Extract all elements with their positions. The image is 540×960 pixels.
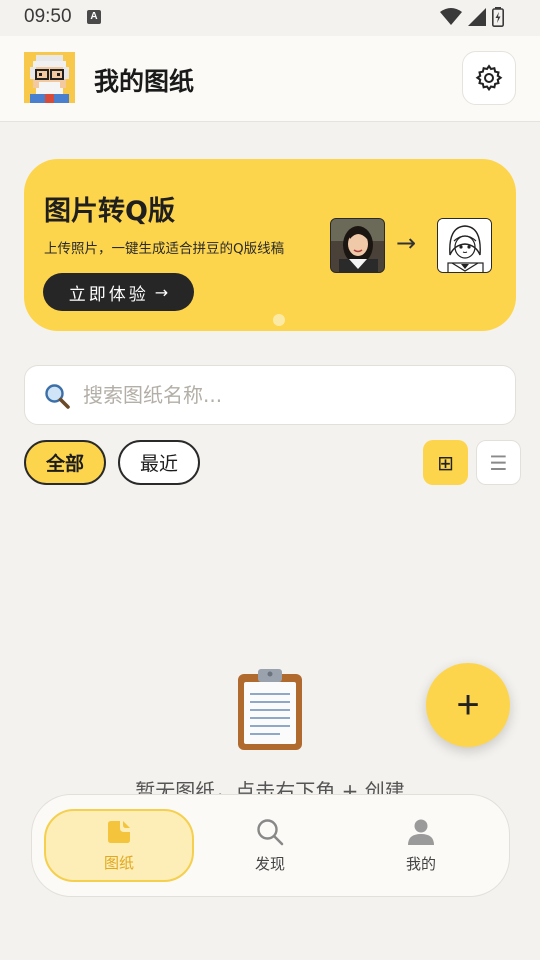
clipboard-icon xyxy=(234,668,306,752)
search-bar[interactable] xyxy=(24,365,516,425)
battery-icon xyxy=(492,7,504,27)
promo-banner[interactable]: 图片转Q版 上传照片，一键生成适合拼豆的Q版线稿 立即体验 → → xyxy=(24,159,516,331)
search-icon xyxy=(45,384,70,409)
nav-label-mine: 我的 xyxy=(405,855,436,873)
list-icon: ☰ xyxy=(489,450,508,475)
try-now-label: 立即体验 xyxy=(68,284,149,305)
nav-label-discover: 发现 xyxy=(254,855,285,873)
nav-item-mine[interactable]: 我的 xyxy=(346,809,496,882)
nav-item-discover[interactable]: 发现 xyxy=(195,809,345,882)
app-screen: 09:50 A 我的图纸 图片转Q版 上传照片，一键生成适合拼豆的Q版线稿 立即… xyxy=(0,0,540,960)
page-title: 我的图纸 xyxy=(94,67,195,96)
banner-title: 图片转Q版 xyxy=(44,196,175,227)
try-now-button[interactable]: 立即体验 → xyxy=(43,273,194,311)
status-icons xyxy=(440,7,504,27)
gear-icon xyxy=(475,64,503,92)
settings-button[interactable] xyxy=(462,51,516,105)
signal-icon xyxy=(468,8,486,26)
status-time: 09:50 xyxy=(24,6,72,27)
status-a-icon: A xyxy=(87,10,101,24)
pixel-avatar-icon[interactable] xyxy=(24,52,75,103)
status-bar: 09:50 A xyxy=(0,0,540,36)
search-input[interactable] xyxy=(83,366,493,424)
carousel-indicator[interactable] xyxy=(273,314,285,326)
arrow-right-icon: → xyxy=(154,282,169,302)
bottom-nav: 图纸 发现 我的 xyxy=(31,794,510,897)
grid-view-button[interactable]: ⊞ xyxy=(423,440,468,485)
filter-all-chip[interactable]: 全部 xyxy=(24,440,106,485)
filter-recent-chip[interactable]: 最近 xyxy=(118,440,200,485)
list-view-button[interactable]: ☰ xyxy=(476,440,521,485)
wifi-icon xyxy=(440,8,462,25)
cartoon-thumbnail xyxy=(437,218,492,273)
nav-item-drawings[interactable]: 图纸 xyxy=(44,809,194,882)
photo-thumbnail xyxy=(330,218,385,273)
drawing-icon xyxy=(108,821,130,843)
banner-subtitle: 上传照片，一键生成适合拼豆的Q版线稿 xyxy=(44,241,285,257)
create-button[interactable]: + xyxy=(426,663,510,747)
search-icon xyxy=(257,819,284,846)
user-icon xyxy=(408,819,434,845)
grid-icon: ⊞ xyxy=(437,450,454,475)
arrow-right-icon: → xyxy=(396,229,417,257)
nav-label-drawings: 图纸 xyxy=(103,854,134,872)
app-bar: 我的图纸 xyxy=(0,36,540,122)
